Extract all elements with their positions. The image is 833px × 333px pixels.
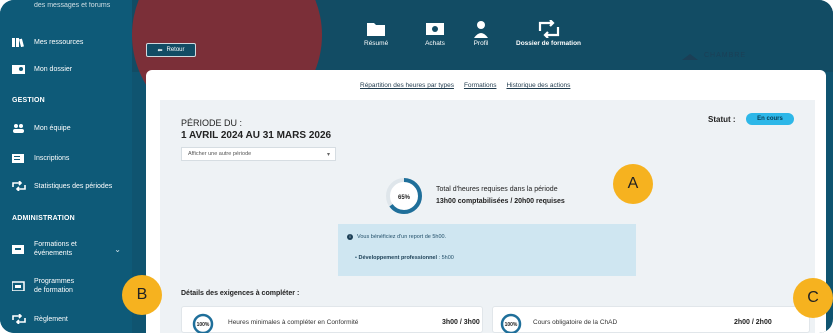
program-icon xyxy=(12,281,25,291)
period-select[interactable]: Afficher une autre période ▾ xyxy=(181,147,336,161)
folder-icon xyxy=(12,65,25,74)
sidebar-section-gestion: GESTION xyxy=(12,97,45,104)
nav-dossier-formation[interactable]: Dossier de formation xyxy=(516,18,581,47)
requirement-percent: 100% xyxy=(505,322,518,328)
period-select-label: Afficher une autre période xyxy=(188,151,252,157)
status-badge: En cours xyxy=(746,113,794,125)
brand-logo-icon xyxy=(682,54,698,60)
requirement-label: Heures minimales à compléter en Conformi… xyxy=(228,319,359,326)
arrow-left-icon: ⬅ xyxy=(157,47,163,54)
nav-label: Profil xyxy=(473,40,489,47)
requirement-progress-ring: 100% xyxy=(192,313,214,333)
sidebar-item-messages[interactable]: des messages et forums xyxy=(34,2,110,9)
sidebar-item-label: des messages et forums xyxy=(34,2,111,9)
callout-b: B xyxy=(122,275,162,315)
books-icon xyxy=(12,38,24,47)
brand-name: CHAMBRE xyxy=(704,52,747,59)
info-bullet-value: : 5h00 xyxy=(438,255,454,261)
cycle-icon xyxy=(12,181,26,191)
info-bullet: • Développement professionnel : 5h00 xyxy=(355,255,454,261)
sidebar-item-label: Mon équipe xyxy=(34,124,71,132)
sidebar-item-inscriptions[interactable]: Inscriptions xyxy=(12,153,69,163)
nav-label: Dossier de formation xyxy=(516,40,582,47)
info-icon: i xyxy=(347,234,353,240)
tab-bar: Répartition des heures par types Formati… xyxy=(360,82,570,89)
callout-c: C xyxy=(793,278,833,318)
nav-achats[interactable]: Achats xyxy=(425,18,445,47)
nav-label: Achats xyxy=(425,40,445,47)
requirement-label: Cours obligatoire de la ChAD xyxy=(533,319,618,326)
info-report-text: Vous bénéficiez d'un report de 5h00. xyxy=(357,234,447,240)
callout-a: A xyxy=(613,164,653,204)
registration-icon xyxy=(12,154,24,163)
chevron-down-icon[interactable]: ⌄ xyxy=(114,245,121,254)
sidebar-item-resources[interactable]: Mes ressources xyxy=(12,37,83,47)
sidebar-item-label: Formations et événements xyxy=(34,241,77,257)
tab-historique[interactable]: Historique des actions xyxy=(506,82,570,89)
sidebar: des messages et forums Mes ressources Mo… xyxy=(0,0,132,333)
total-progress-ring: 65% xyxy=(386,178,422,214)
sidebar-item-label: Mon dossier xyxy=(34,65,73,73)
app-frame: des messages et forums Mes ressources Mo… xyxy=(0,0,833,333)
nav-resume[interactable]: Résumé xyxy=(364,18,388,47)
back-button-label: Retour xyxy=(166,47,185,53)
training-icon xyxy=(12,245,24,254)
tab-repartition[interactable]: Répartition des heures par types xyxy=(360,82,454,89)
sidebar-item-label: Statistiques des périodes xyxy=(34,182,113,190)
sidebar-item-statistics[interactable]: Statistiques des périodes xyxy=(12,181,112,191)
total-detail: 13h00 comptabilisées / 20h00 requises xyxy=(436,198,565,205)
sidebar-section-administration: ADMINISTRATION xyxy=(12,215,75,222)
sidebar-item-team[interactable]: Mon équipe xyxy=(12,123,71,133)
sidebar-item-label: Inscriptions xyxy=(34,154,70,162)
folder-icon xyxy=(367,23,386,36)
info-report: i Vous bénéficiez d'un report de 5h00. xyxy=(347,234,446,240)
chevron-down-icon: ▾ xyxy=(326,151,330,158)
total-percent: 65% xyxy=(398,195,411,201)
period-label: PÉRIODE DU : xyxy=(181,118,243,128)
tab-formations[interactable]: Formations xyxy=(464,82,497,89)
requirement-progress-ring: 100% xyxy=(500,313,522,333)
user-icon xyxy=(474,21,488,38)
cycle-icon xyxy=(12,314,26,324)
info-box xyxy=(338,224,636,276)
sidebar-item-dossier[interactable]: Mon dossier xyxy=(12,64,72,74)
nav-profil[interactable]: Profil xyxy=(473,18,489,47)
sidebar-item-reglement[interactable]: Règlement xyxy=(12,314,68,324)
sidebar-item-label: Règlement xyxy=(34,315,68,323)
status-label: Statut : xyxy=(708,115,736,124)
requirement-value: 3h00 / 3h00 xyxy=(442,319,480,326)
team-icon xyxy=(13,124,24,133)
requirement-percent: 100% xyxy=(197,322,210,328)
nav-label: Résumé xyxy=(364,40,389,47)
total-title: Total d'heures requises dans la période xyxy=(436,186,558,193)
sidebar-item-formations[interactable]: Formations et événements ⌄ xyxy=(12,240,127,258)
sidebar-item-label: Programmes de formation xyxy=(34,278,75,294)
sidebar-item-programs[interactable]: Programmes de formation xyxy=(12,277,122,295)
info-bullet-label: Développement professionnel xyxy=(358,255,438,261)
details-title: Détails des exigences à compléter : xyxy=(181,290,300,297)
period-value: 1 AVRIL 2024 AU 31 MARS 2026 xyxy=(181,130,332,141)
money-icon xyxy=(426,23,444,35)
back-button[interactable]: ⬅ Retour xyxy=(146,43,196,57)
sidebar-item-label: Mes ressources xyxy=(34,38,84,46)
cycle-icon xyxy=(538,20,559,38)
requirement-value: 2h00 / 2h00 xyxy=(734,319,772,326)
